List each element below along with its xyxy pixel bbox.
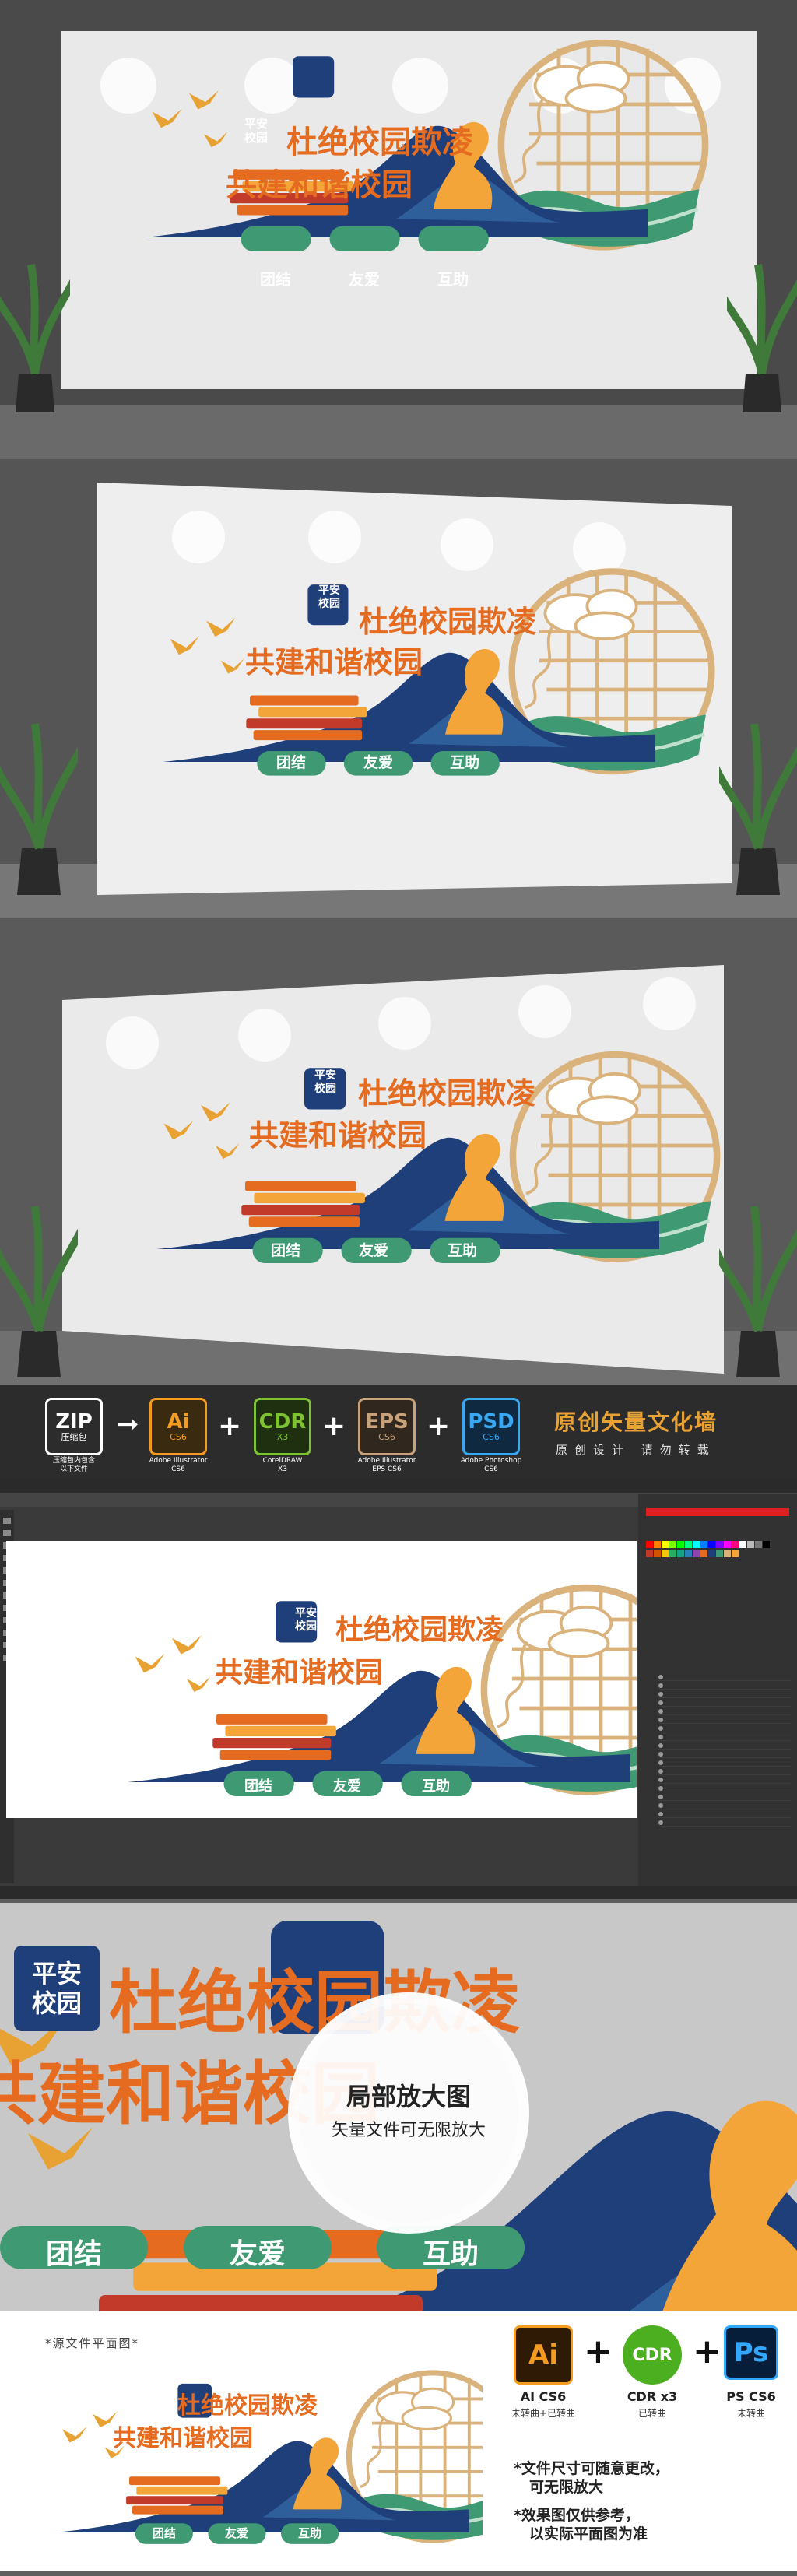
cdr-app-name: CDR x3 bbox=[627, 2389, 678, 2404]
arrow-right-icon: ➞ bbox=[117, 1409, 139, 1440]
ps-app-icon: Ps bbox=[724, 2325, 778, 2380]
pill-mutual-aid: 互助 bbox=[437, 270, 469, 289]
psd-format-caption: Adobe Photoshop CS6 bbox=[460, 1457, 522, 1473]
zoom-detail: 平安 校园 杜绝校园欺凌 共建和谐校园 团结 友爱 互助 局部放大图 矢量文件可无… bbox=[0, 1903, 797, 2311]
plus-icon: + bbox=[427, 1410, 451, 1442]
title-line-1: 杜绝校园欺凌 bbox=[358, 1076, 536, 1111]
plant-left-icon bbox=[0, 1175, 86, 1377]
wall-mockup-2-art bbox=[0, 459, 797, 918]
wall-mockup-1-art: . bbox=[0, 0, 797, 459]
pill-unity: 团结 bbox=[45, 2238, 102, 2270]
plant-left-icon bbox=[0, 233, 78, 412]
illustrator-window: 平安 校园 杜绝校园欺凌 共建和谐校园 团结 友爱 互助 bbox=[0, 1479, 797, 1899]
note-line-1: *文件尺寸可随意更改， bbox=[514, 2460, 669, 2477]
ps-app-name: PS CS6 bbox=[726, 2389, 776, 2404]
plant-right-icon bbox=[715, 233, 797, 412]
pill-friendship: 友爱 bbox=[229, 2238, 286, 2270]
ps-app-note: 未转曲 bbox=[736, 2408, 765, 2419]
layers-panel[interactable] bbox=[638, 1673, 797, 1844]
pill-friendship: 友爱 bbox=[333, 1778, 361, 1795]
note-line-2: 可无限放大 bbox=[529, 2479, 604, 2496]
eps-format-caption: Adobe Illustrator EPS CS6 bbox=[357, 1457, 416, 1473]
format-banner: ZIP 压缩包 压缩包内包含 以下文件 ➞ Ai CS6 Adobe Illust… bbox=[0, 1385, 797, 1479]
banner-title: 原创矢量文化墙 bbox=[554, 1409, 718, 1435]
plus-icon: + bbox=[218, 1410, 242, 1442]
eps-format-icon: EPS CS6 bbox=[358, 1398, 416, 1455]
app-titlebar bbox=[0, 1479, 797, 1493]
banner-subtitle: 原创设计 请勿转载 bbox=[556, 1443, 716, 1457]
badge: 平安 校园 bbox=[244, 117, 268, 145]
title-line-2: 共建和谐校园 bbox=[226, 167, 413, 203]
ai-format-icon: Ai CS6 bbox=[149, 1398, 207, 1455]
right-panels bbox=[638, 1494, 797, 1886]
title-line-1: 杜绝校园欺凌 bbox=[359, 605, 537, 639]
cdr-app-icon: CDR bbox=[623, 2325, 682, 2385]
title-line-1: 杜绝校园欺凌 bbox=[335, 1614, 504, 1646]
psd-format-icon: PSD CS6 bbox=[462, 1398, 520, 1455]
source-flat-section: *源文件平面图* 平安 校园 杜绝校园欺凌 共建和谐校园 团结 友爱 互助 Ai … bbox=[0, 2311, 797, 2571]
wall-mockup-1: . 平安校园 杜绝校园欺凌 共建和谐校园 团结 友爱 互助 bbox=[0, 0, 797, 459]
plant-right-icon bbox=[707, 693, 797, 895]
note-line-3: *效果图仅供参考， bbox=[514, 2507, 640, 2524]
note-line-4: 以实际平面图为准 bbox=[529, 2525, 648, 2543]
direct-selection-tool-icon[interactable] bbox=[3, 1530, 11, 1536]
badge-text: 平安 校园 bbox=[31, 1959, 82, 2018]
artboard[interactable]: 平安 校园 杜绝校园欺凌 共建和谐校园 团结 友爱 互助 bbox=[6, 1541, 637, 1818]
badge: 平安 校园 bbox=[143, 2388, 163, 2410]
badge: 平安 校园 bbox=[295, 1607, 317, 1633]
wall-mockup-2: 平安 校园 杜绝校园欺凌 共建和谐校园 团结 友爱 互助 bbox=[0, 459, 797, 918]
pill-mutual-aid: 互助 bbox=[422, 1778, 450, 1795]
wall-mockup-3: 平安 校园 杜绝校园欺凌 共建和谐校园 团结 友爱 互助 bbox=[0, 918, 797, 1385]
cdr-format-caption: CorelDRAW X3 bbox=[262, 1457, 303, 1473]
badge: 平安 校园 bbox=[318, 584, 340, 610]
ai-app-note: 未转曲+已转曲 bbox=[511, 2408, 576, 2419]
title-line-2: 共建和谐校园 bbox=[249, 1118, 427, 1153]
pill-mutual-aid: 互助 bbox=[447, 1242, 477, 1259]
pill-unity: 团结 bbox=[276, 754, 306, 771]
pill-friendship: 友爱 bbox=[363, 754, 393, 771]
zoom-callout: 局部放大图 矢量文件可无限放大 bbox=[288, 1992, 529, 2234]
plus-icon: + bbox=[693, 2332, 722, 2371]
plus-icon: + bbox=[584, 2332, 613, 2371]
zip-icon: ZIP 压缩包 bbox=[45, 1398, 103, 1455]
plus-icon: + bbox=[322, 1410, 346, 1442]
pill-mutual-aid: 互助 bbox=[449, 754, 479, 771]
cdr-app-note: 已转曲 bbox=[637, 2408, 666, 2419]
app-statusbar bbox=[0, 1886, 797, 1899]
pill-mutual-aid: 互助 bbox=[297, 2526, 321, 2540]
pill-unity: 团结 bbox=[260, 270, 291, 289]
pill-unity: 团结 bbox=[270, 1242, 300, 1259]
zoom-subtitle: 矢量文件可无限放大 bbox=[331, 2121, 486, 2140]
pill-friendship: 友爱 bbox=[349, 270, 380, 289]
zip-caption: 压缩包内包含 以下文件 bbox=[52, 1457, 95, 1473]
pill-unity: 团结 bbox=[244, 1778, 272, 1795]
ai-app-name: AI CS6 bbox=[520, 2389, 567, 2404]
title-line-1: 杜绝校园欺凌 bbox=[286, 125, 473, 160]
zoom-title: 局部放大图 bbox=[346, 2082, 471, 2111]
title-line-1: 杜绝校园欺凌 bbox=[177, 2392, 318, 2420]
source-flat-art bbox=[0, 2343, 483, 2576]
plant-left-icon bbox=[0, 693, 86, 895]
selection-tool-icon[interactable] bbox=[3, 1518, 11, 1524]
pill-friendship: 友爱 bbox=[358, 1242, 388, 1259]
pill-friendship: 友爱 bbox=[224, 2526, 248, 2540]
plant-right-icon bbox=[707, 1175, 797, 1377]
title-line-2: 共建和谐校园 bbox=[245, 645, 423, 679]
ai-app-icon: Ai bbox=[514, 2325, 573, 2385]
pill-mutual-aid: 互助 bbox=[422, 2238, 479, 2270]
pill-unity: 团结 bbox=[152, 2526, 176, 2540]
title-line-2: 共建和谐校园 bbox=[215, 1657, 384, 1689]
badge: 平安 校园 bbox=[314, 1069, 336, 1095]
color-ramp[interactable] bbox=[646, 1508, 789, 1516]
swatches-panel[interactable] bbox=[646, 1541, 789, 1588]
title-line-2: 共建和谐校园 bbox=[113, 2425, 253, 2452]
ai-format-caption: Adobe Illustrator CS6 bbox=[149, 1457, 208, 1473]
cdr-format-icon: CDR X3 bbox=[254, 1398, 311, 1455]
